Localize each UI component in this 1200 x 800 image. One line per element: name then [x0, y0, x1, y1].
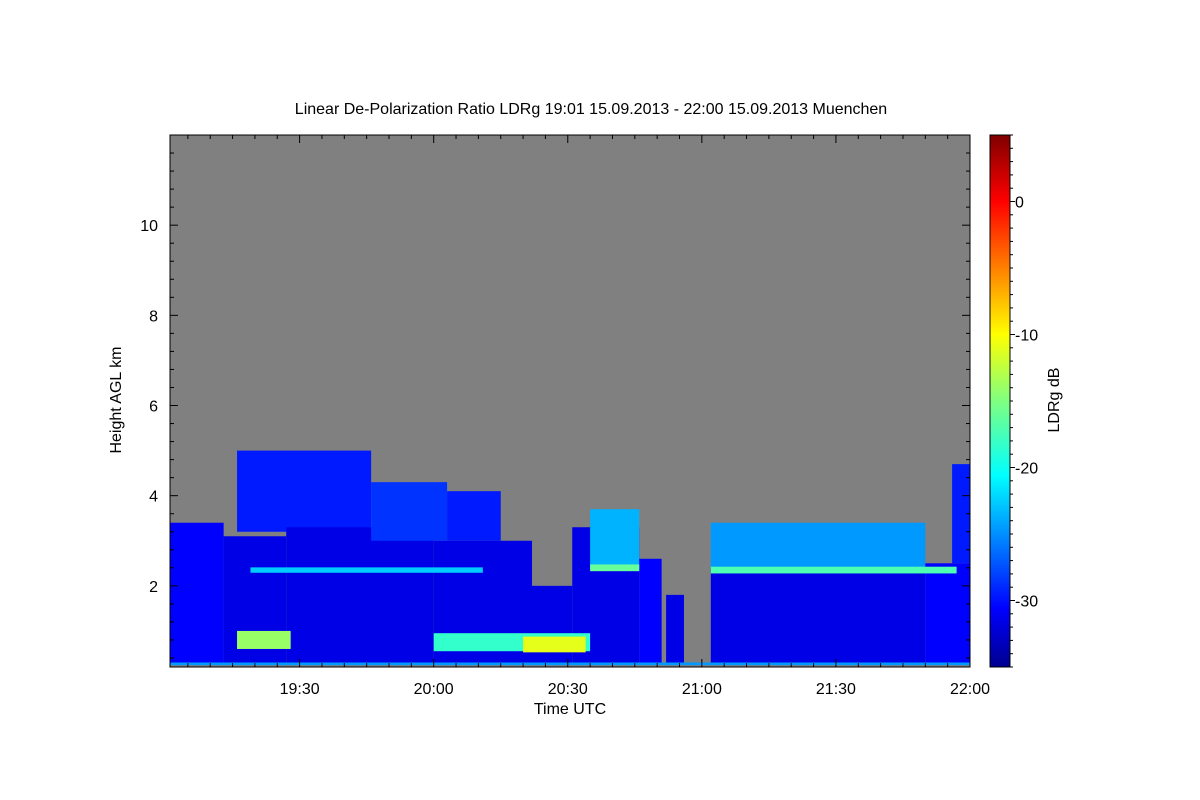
colorbar-tick-label: -10	[1015, 328, 1038, 345]
ldr-chart: Linear De-Polarization Ratio LDRg 19:01 …	[108, 101, 1063, 718]
y-axis-label: Height AGL km	[108, 346, 125, 453]
heatmap-band	[237, 630, 291, 649]
heatmap-band	[590, 564, 640, 572]
x-axis-label: Time UTC	[534, 701, 606, 718]
heatmap-band	[710, 566, 957, 574]
x-tick-label: 22:00	[950, 681, 990, 698]
y-tick-label: 10	[140, 218, 158, 235]
x-tick-label: 21:30	[816, 681, 856, 698]
colorbar-tick-label: -30	[1015, 594, 1038, 611]
y-tick-label: 4	[149, 489, 158, 506]
y-tick-label: 2	[149, 579, 158, 596]
heatmap-band	[523, 636, 586, 653]
heatmap-layer	[710, 522, 926, 568]
y-tick-label: 8	[149, 308, 158, 325]
x-tick-label: 20:00	[414, 681, 454, 698]
colorbar-tick-label: -20	[1015, 461, 1038, 478]
x-tick-label: 20:30	[548, 681, 588, 698]
colorbar	[989, 134, 1011, 668]
heatmap-layer	[590, 509, 640, 568]
colorbar-label: LDRg dB	[1046, 368, 1063, 433]
heatmap-band	[250, 567, 483, 573]
colorbar-tick-label: 0	[1015, 195, 1024, 212]
heatmap-layer	[447, 491, 501, 541]
heatmap-layer	[170, 522, 224, 663]
colorbar-axis: 0 -10 -20 -30	[1010, 134, 1038, 668]
heatmap-layer	[639, 558, 662, 663]
heatmap-layer	[286, 527, 434, 663]
heatmap-layer	[666, 594, 684, 663]
chart-title: Linear De-Polarization Ratio LDRg 19:01 …	[295, 101, 887, 118]
heatmap-layer	[371, 482, 448, 541]
heatmap-layer	[237, 450, 372, 532]
heatmap-band	[170, 662, 970, 666]
y-tick-label: 6	[149, 399, 158, 416]
x-tick-label: 21:00	[682, 681, 722, 698]
heatmap-layer	[710, 567, 926, 663]
x-tick-label: 19:30	[280, 681, 320, 698]
heatmap-layer	[925, 563, 970, 663]
